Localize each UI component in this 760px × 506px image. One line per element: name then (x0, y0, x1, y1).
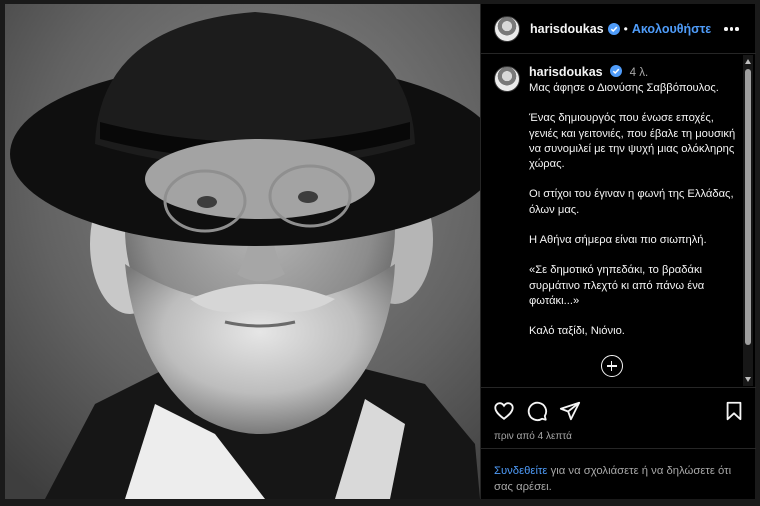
comment-icon[interactable] (526, 400, 548, 422)
post-actions: πριν από 4 λεπτά Συνδεθείτε για να σχολι… (481, 387, 756, 497)
avatar[interactable] (494, 15, 520, 42)
login-prompt: Συνδεθείτε για να σχολιάσετε ή να δηλώσε… (481, 448, 756, 495)
post-caption: harisdoukas 4 λ. Μας άφησε ο Διονύσης Σα… (494, 65, 746, 355)
caption-head: harisdoukas 4 λ. (529, 65, 744, 81)
follow-button[interactable]: Ακολουθήστε (632, 22, 711, 36)
comments-section: harisdoukas 4 λ. Μας άφησε ο Διονύσης Σα… (481, 55, 756, 386)
load-more-comments-icon[interactable] (601, 355, 623, 377)
caption-avatar[interactable] (494, 66, 520, 92)
caption-paragraph: «Σε δημοτικό γηπεδάκι, το βραδάκι συρμάτ… (529, 264, 705, 307)
bookmark-icon[interactable] (723, 400, 745, 422)
post-side-panel: harisdoukas • Ακολουθήστε harisdoukas 4 … (480, 4, 756, 499)
header-username[interactable]: harisdoukas (530, 22, 604, 36)
scrollbar-thumb[interactable] (745, 69, 751, 345)
separator-dot: • (623, 21, 628, 36)
caption-time[interactable]: 4 λ. (630, 67, 649, 79)
paper-plane-icon[interactable] (559, 400, 581, 422)
post-header: harisdoukas • Ακολουθήστε (481, 4, 756, 54)
post-modal: harisdoukas • Ακολουθήστε harisdoukas 4 … (0, 0, 760, 506)
verified-badge-icon (607, 22, 620, 35)
caption-username[interactable]: harisdoukas (529, 65, 603, 79)
comments-scrollbar[interactable] (743, 55, 753, 386)
post-photo (5, 4, 480, 499)
caption-paragraph: Μας άφησε ο Διονύσης Σαββόπουλος. (529, 82, 719, 94)
caption-paragraph: Ένας δημιουργός που ένωσε εποχές, γενιές… (529, 112, 736, 171)
caption-paragraph: Καλό ταξίδι, Νιόνιο. (529, 325, 625, 338)
caption-paragraph: Οι στίχοι του έγιναν η φωνή της Ελλάδας,… (529, 188, 734, 216)
scroll-up-arrow-icon[interactable] (745, 59, 751, 64)
heart-icon[interactable] (493, 400, 515, 422)
post-timestamp[interactable]: πριν από 4 λεπτά (494, 431, 572, 442)
portrait-image (5, 4, 480, 499)
verified-badge-icon (610, 65, 623, 77)
more-options-icon[interactable] (724, 22, 742, 36)
caption-paragraph: Η Αθήνα σήμερα είναι πιο σιωπηλή. (529, 234, 707, 247)
caption-body: harisdoukas 4 λ. Μας άφησε ο Διονύσης Σα… (529, 65, 744, 355)
scroll-down-arrow-icon[interactable] (745, 377, 751, 382)
login-link[interactable]: Συνδεθείτε (494, 465, 547, 477)
